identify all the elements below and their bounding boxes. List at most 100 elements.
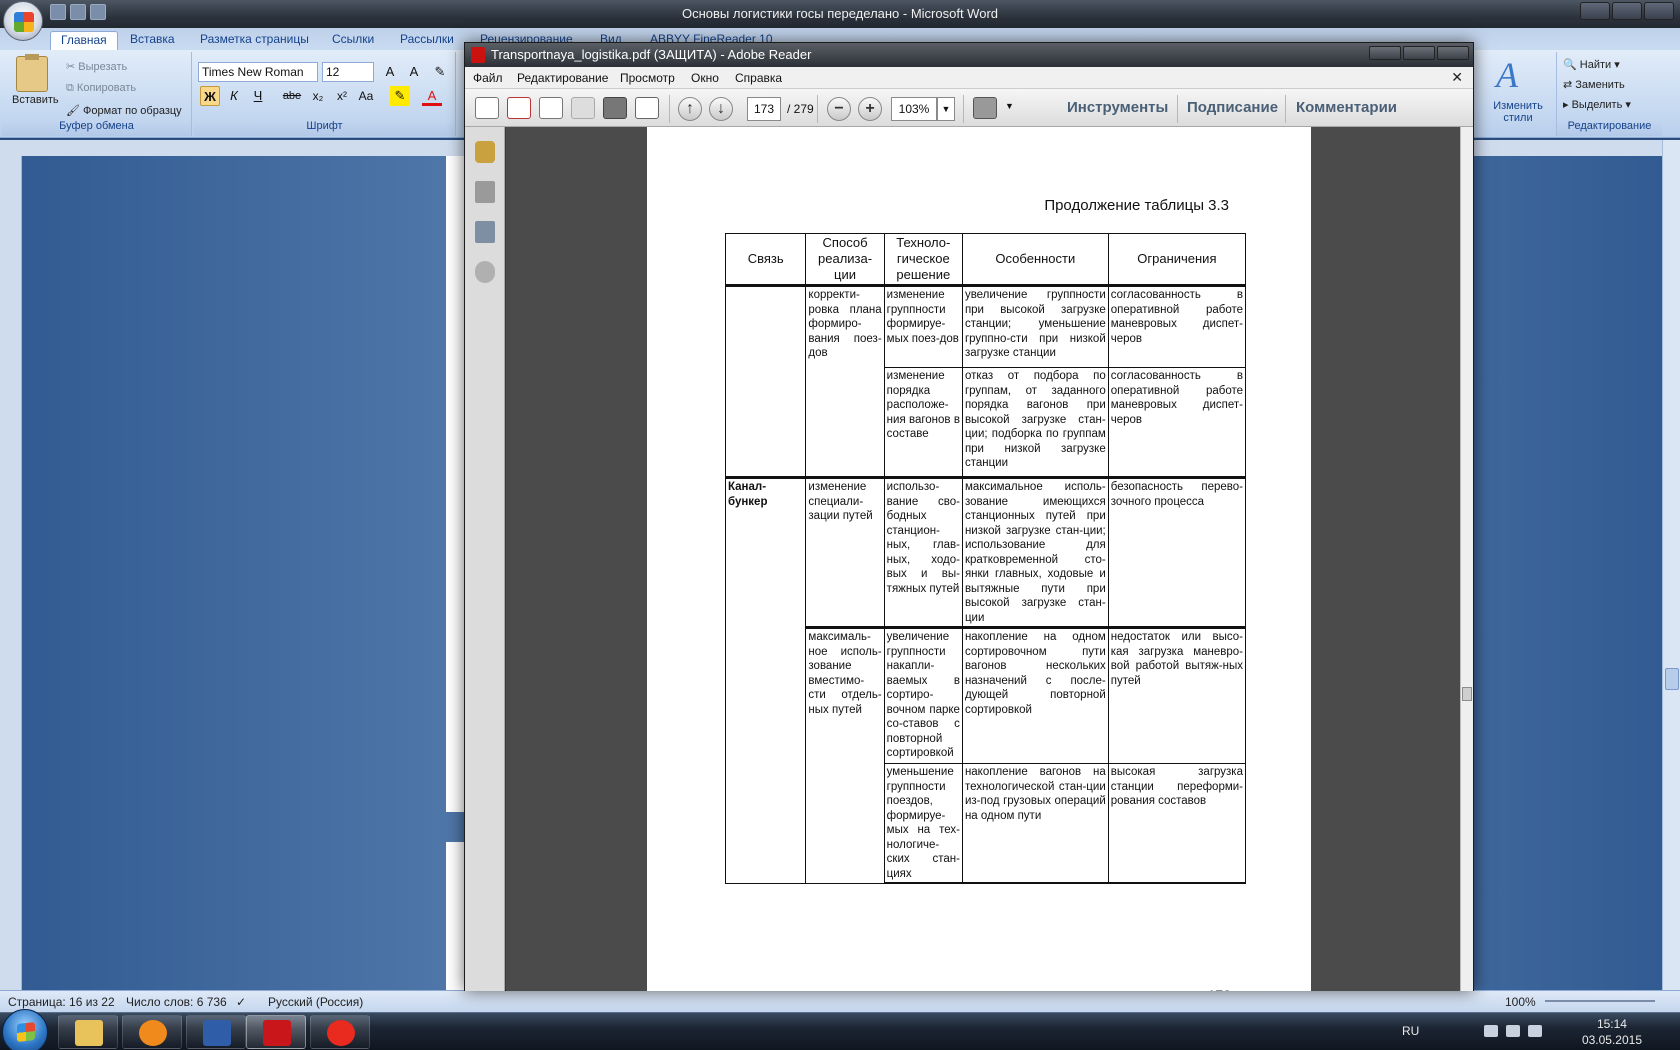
menu-edit[interactable]: Редактирование [517,71,608,85]
close-document-icon[interactable]: ✕ [1451,69,1463,86]
print-icon[interactable] [603,97,627,119]
table-cell: изменение специали-зации путей [805,476,885,628]
pdf-viewport[interactable]: Продолжение таблицы 3.3 Связь Способ реа… [506,127,1460,991]
pages-icon[interactable] [475,181,495,203]
cut-button[interactable]: ✂ Вырезать [66,60,127,73]
reader-window-controls [1369,46,1469,60]
table-cell: увеличение группности при высокой загруз… [961,285,1109,368]
maximize-button[interactable] [1612,2,1642,20]
shrink-font-icon[interactable]: A [404,62,424,82]
copy-label: Копировать [76,82,137,94]
table-cell: отказ от подбора по группам, от заданног… [961,367,1109,478]
clock-date: 03.05.2015 [1581,1033,1642,1047]
lock-icon[interactable] [475,141,495,163]
status-page[interactable]: Страница: 16 из 22 [8,995,115,1009]
find-button[interactable]: 🔍 Найти ▾ [1563,58,1620,71]
reader-vertical-scrollbar[interactable] [1460,127,1473,991]
word-scroll-thumb[interactable] [1665,668,1679,690]
change-styles-icon[interactable]: A [1496,54,1518,96]
format-painter-button[interactable]: 🖌 Формат по образцу [66,104,182,117]
table-caption: Продолжение таблицы 3.3 [1044,197,1229,214]
taskbar-explorer[interactable] [58,1015,118,1049]
volume-icon[interactable] [1528,1025,1542,1037]
minimize-button[interactable] [1580,2,1610,20]
language-indicator[interactable]: RU [1402,1024,1419,1038]
menu-file[interactable]: Файл [473,71,503,85]
select-button[interactable]: ▸ Выделить ▾ [1563,98,1631,111]
zoom-dropdown-icon[interactable]: ▼ [937,97,955,121]
fit-page-icon[interactable] [973,97,997,119]
spellcheck-icon[interactable]: ✓ [236,995,246,1009]
tab-page-layout[interactable]: Разметка страницы [190,31,319,50]
taskbar-word[interactable] [186,1015,246,1049]
zoom-out-icon[interactable]: − [827,97,851,121]
font-size-box[interactable]: 12 [322,62,374,82]
superscript-button[interactable]: x² [332,86,352,106]
start-button[interactable] [2,1009,48,1050]
next-page-icon[interactable]: ↓ [709,97,733,121]
bold-button[interactable]: Ж [200,86,220,106]
change-case-button[interactable]: Aa [356,86,376,106]
zoom-input[interactable]: 103% [891,97,937,121]
status-zoom[interactable]: 100% [1505,995,1536,1009]
reader-minimize-button[interactable] [1369,46,1401,60]
page-number-input[interactable]: 173 [747,97,781,121]
status-language[interactable]: Русский (Россия) [268,995,363,1009]
attachment-icon[interactable] [475,261,495,283]
change-styles-button[interactable]: Изменить стили [1490,100,1546,124]
reader-scroll-thumb[interactable] [1462,687,1472,701]
taskbar: RU 15:14 03.05.2015 [0,1009,1680,1050]
tab-mailings[interactable]: Рассылки [390,31,464,50]
paste-icon[interactable] [16,54,48,92]
reader-close-button[interactable] [1437,46,1469,60]
reader-maximize-button[interactable] [1403,46,1435,60]
tab-references[interactable]: Ссылки [322,31,384,50]
paste-button[interactable]: Вставить [12,94,59,106]
word-icon [203,1020,231,1046]
menu-help[interactable]: Справка [735,71,782,85]
font-color-icon[interactable]: A [422,86,442,106]
toolbar-separator [817,95,818,123]
clear-format-icon[interactable]: ✎ [430,62,450,82]
zoom-in-icon[interactable]: + [858,97,882,121]
taskbar-adobe-reader[interactable] [246,1015,306,1049]
toolbar-more-icon[interactable]: ▼ [1005,101,1014,111]
save-icon[interactable] [571,97,595,119]
close-button[interactable] [1644,2,1674,20]
create-pdf-icon[interactable] [475,97,499,119]
email-icon[interactable] [635,97,659,119]
tab-insert[interactable]: Вставка [120,31,185,50]
highlight-icon[interactable]: ✎ [390,86,410,106]
menu-window[interactable]: Окно [691,71,719,85]
table-cell: согласованность в оперативной работе ман… [1107,285,1247,368]
replace-button[interactable]: ⇄ Заменить [1563,78,1625,91]
previous-page-icon[interactable]: ↑ [678,97,702,121]
status-words[interactable]: Число слов: 6 736 [126,995,227,1009]
subscript-button[interactable]: x₂ [308,86,328,106]
bookmark-icon[interactable] [475,221,495,243]
zoom-slider[interactable] [1545,1000,1655,1002]
replace-label: Заменить [1575,79,1625,91]
office-button[interactable] [3,1,43,41]
network-icon[interactable] [1506,1025,1520,1037]
sign-link[interactable]: Подписание [1187,99,1278,116]
font-name-box[interactable]: Times New Roman [198,62,318,82]
underline-button[interactable]: Ч [248,86,268,106]
taskbar-media-player[interactable] [122,1015,182,1049]
clock[interactable]: 15:14 03.05.2015 [1582,1016,1642,1048]
reader-title-bar: Transportnaya_logistika.pdf (ЗАЩИТА) - A… [465,43,1473,67]
menu-view[interactable]: Просмотр [620,71,675,85]
comment-link[interactable]: Комментарии [1296,99,1397,116]
strike-button[interactable]: abe [282,86,302,106]
tools-link[interactable]: Инструменты [1067,99,1168,116]
export-pdf-icon[interactable] [507,97,531,119]
word-vertical-scrollbar[interactable] [1662,140,1680,992]
taskbar-yandex[interactable] [310,1015,370,1049]
edit-pdf-icon[interactable] [539,97,563,119]
grow-font-icon[interactable]: A [380,62,400,82]
flag-icon[interactable] [1484,1025,1498,1037]
copy-button[interactable]: ⧉ Копировать [66,82,136,95]
table-cell: недостаток или высо-кая загрузка маневро… [1107,626,1247,764]
italic-button[interactable]: К [224,86,244,106]
tab-home[interactable]: Главная [50,31,118,50]
